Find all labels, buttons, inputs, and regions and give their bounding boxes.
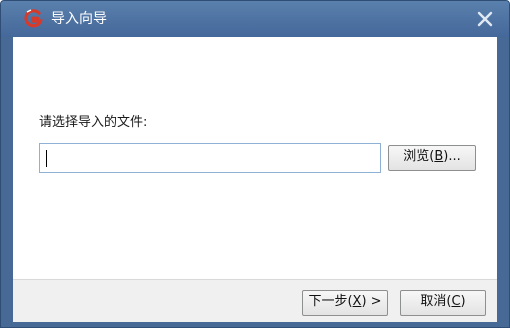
browse-button[interactable]: 浏览(B)... [388,145,476,171]
wizard-content: 请选择导入的文件: 浏览(B)... [13,37,497,279]
cancel-label-prefix: 取消( [420,294,452,309]
next-button[interactable]: 下一步(X) > [302,290,388,316]
dialog-window: 导入向导 请选择导入的文件: 浏览(B)... 下一步(X) > 取消(C) [0,0,510,328]
title-bar[interactable]: 导入向导 [1,1,509,37]
cancel-button[interactable]: 取消(C) [400,290,486,316]
browse-label-suffix: )... [443,149,461,164]
text-caret [46,150,47,167]
next-label-suffix: ) > [361,294,382,309]
cancel-label-suffix: ) [460,294,466,309]
browse-label-prefix: 浏览( [403,149,435,164]
select-file-label: 请选择导入的文件: [39,115,148,130]
file-path-input[interactable] [39,143,381,173]
app-logo-icon [23,9,43,29]
close-icon [477,11,493,27]
cancel-shortcut-key: C [451,294,461,309]
close-button[interactable] [475,9,495,29]
browse-shortcut-key: B [434,149,444,164]
window-title: 导入向导 [51,11,107,27]
next-label-prefix: 下一步( [308,294,353,309]
dialog-footer: 下一步(X) > 取消(C) [13,279,497,322]
